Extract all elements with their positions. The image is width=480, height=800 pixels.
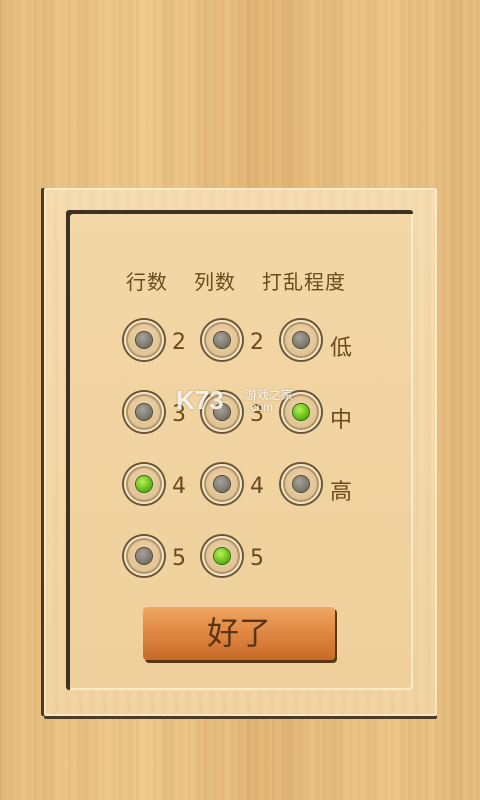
rows-radio-3[interactable] — [124, 392, 164, 432]
radio-dot-icon — [214, 332, 230, 348]
cols-header: 列数 — [194, 270, 236, 294]
radio-dot-icon — [136, 476, 152, 492]
radio-dot-icon — [293, 332, 309, 348]
rows-label-2: 2 — [172, 330, 186, 355]
shuffle-radio-low[interactable] — [281, 320, 321, 360]
rows-label-5: 5 — [172, 546, 186, 571]
shuffle-label-low: 低 — [330, 336, 353, 361]
cols-label-4: 4 — [250, 474, 264, 499]
radio-dot-icon — [136, 332, 152, 348]
radio-dot-icon — [293, 404, 309, 420]
ok-button[interactable]: 好了 — [143, 606, 335, 660]
shuffle-label-mid: 中 — [330, 408, 353, 433]
radio-dot-icon — [136, 548, 152, 564]
rows-radio-4[interactable] — [124, 464, 164, 504]
cols-radio-4[interactable] — [202, 464, 242, 504]
radio-dot-icon — [136, 404, 152, 420]
rows-label-4: 4 — [172, 474, 186, 499]
rows-radio-5[interactable] — [124, 536, 164, 576]
radio-dot-icon — [214, 548, 230, 564]
cols-radio-2[interactable] — [202, 320, 242, 360]
rows-header: 行数 — [126, 270, 168, 294]
rows-radio-2[interactable] — [124, 320, 164, 360]
radio-dot-icon — [214, 476, 230, 492]
cols-label-2: 2 — [250, 330, 264, 355]
radio-dot-icon — [293, 476, 309, 492]
watermark-logo: K73 — [176, 385, 224, 415]
cols-label-5: 5 — [250, 546, 264, 571]
shuffle-label-high: 高 — [330, 480, 353, 505]
shuffle-radio-high[interactable] — [281, 464, 321, 504]
shuffle-header: 打乱程度 — [262, 270, 346, 294]
watermark-domain: .com — [247, 400, 274, 414]
cols-radio-5[interactable] — [202, 536, 242, 576]
